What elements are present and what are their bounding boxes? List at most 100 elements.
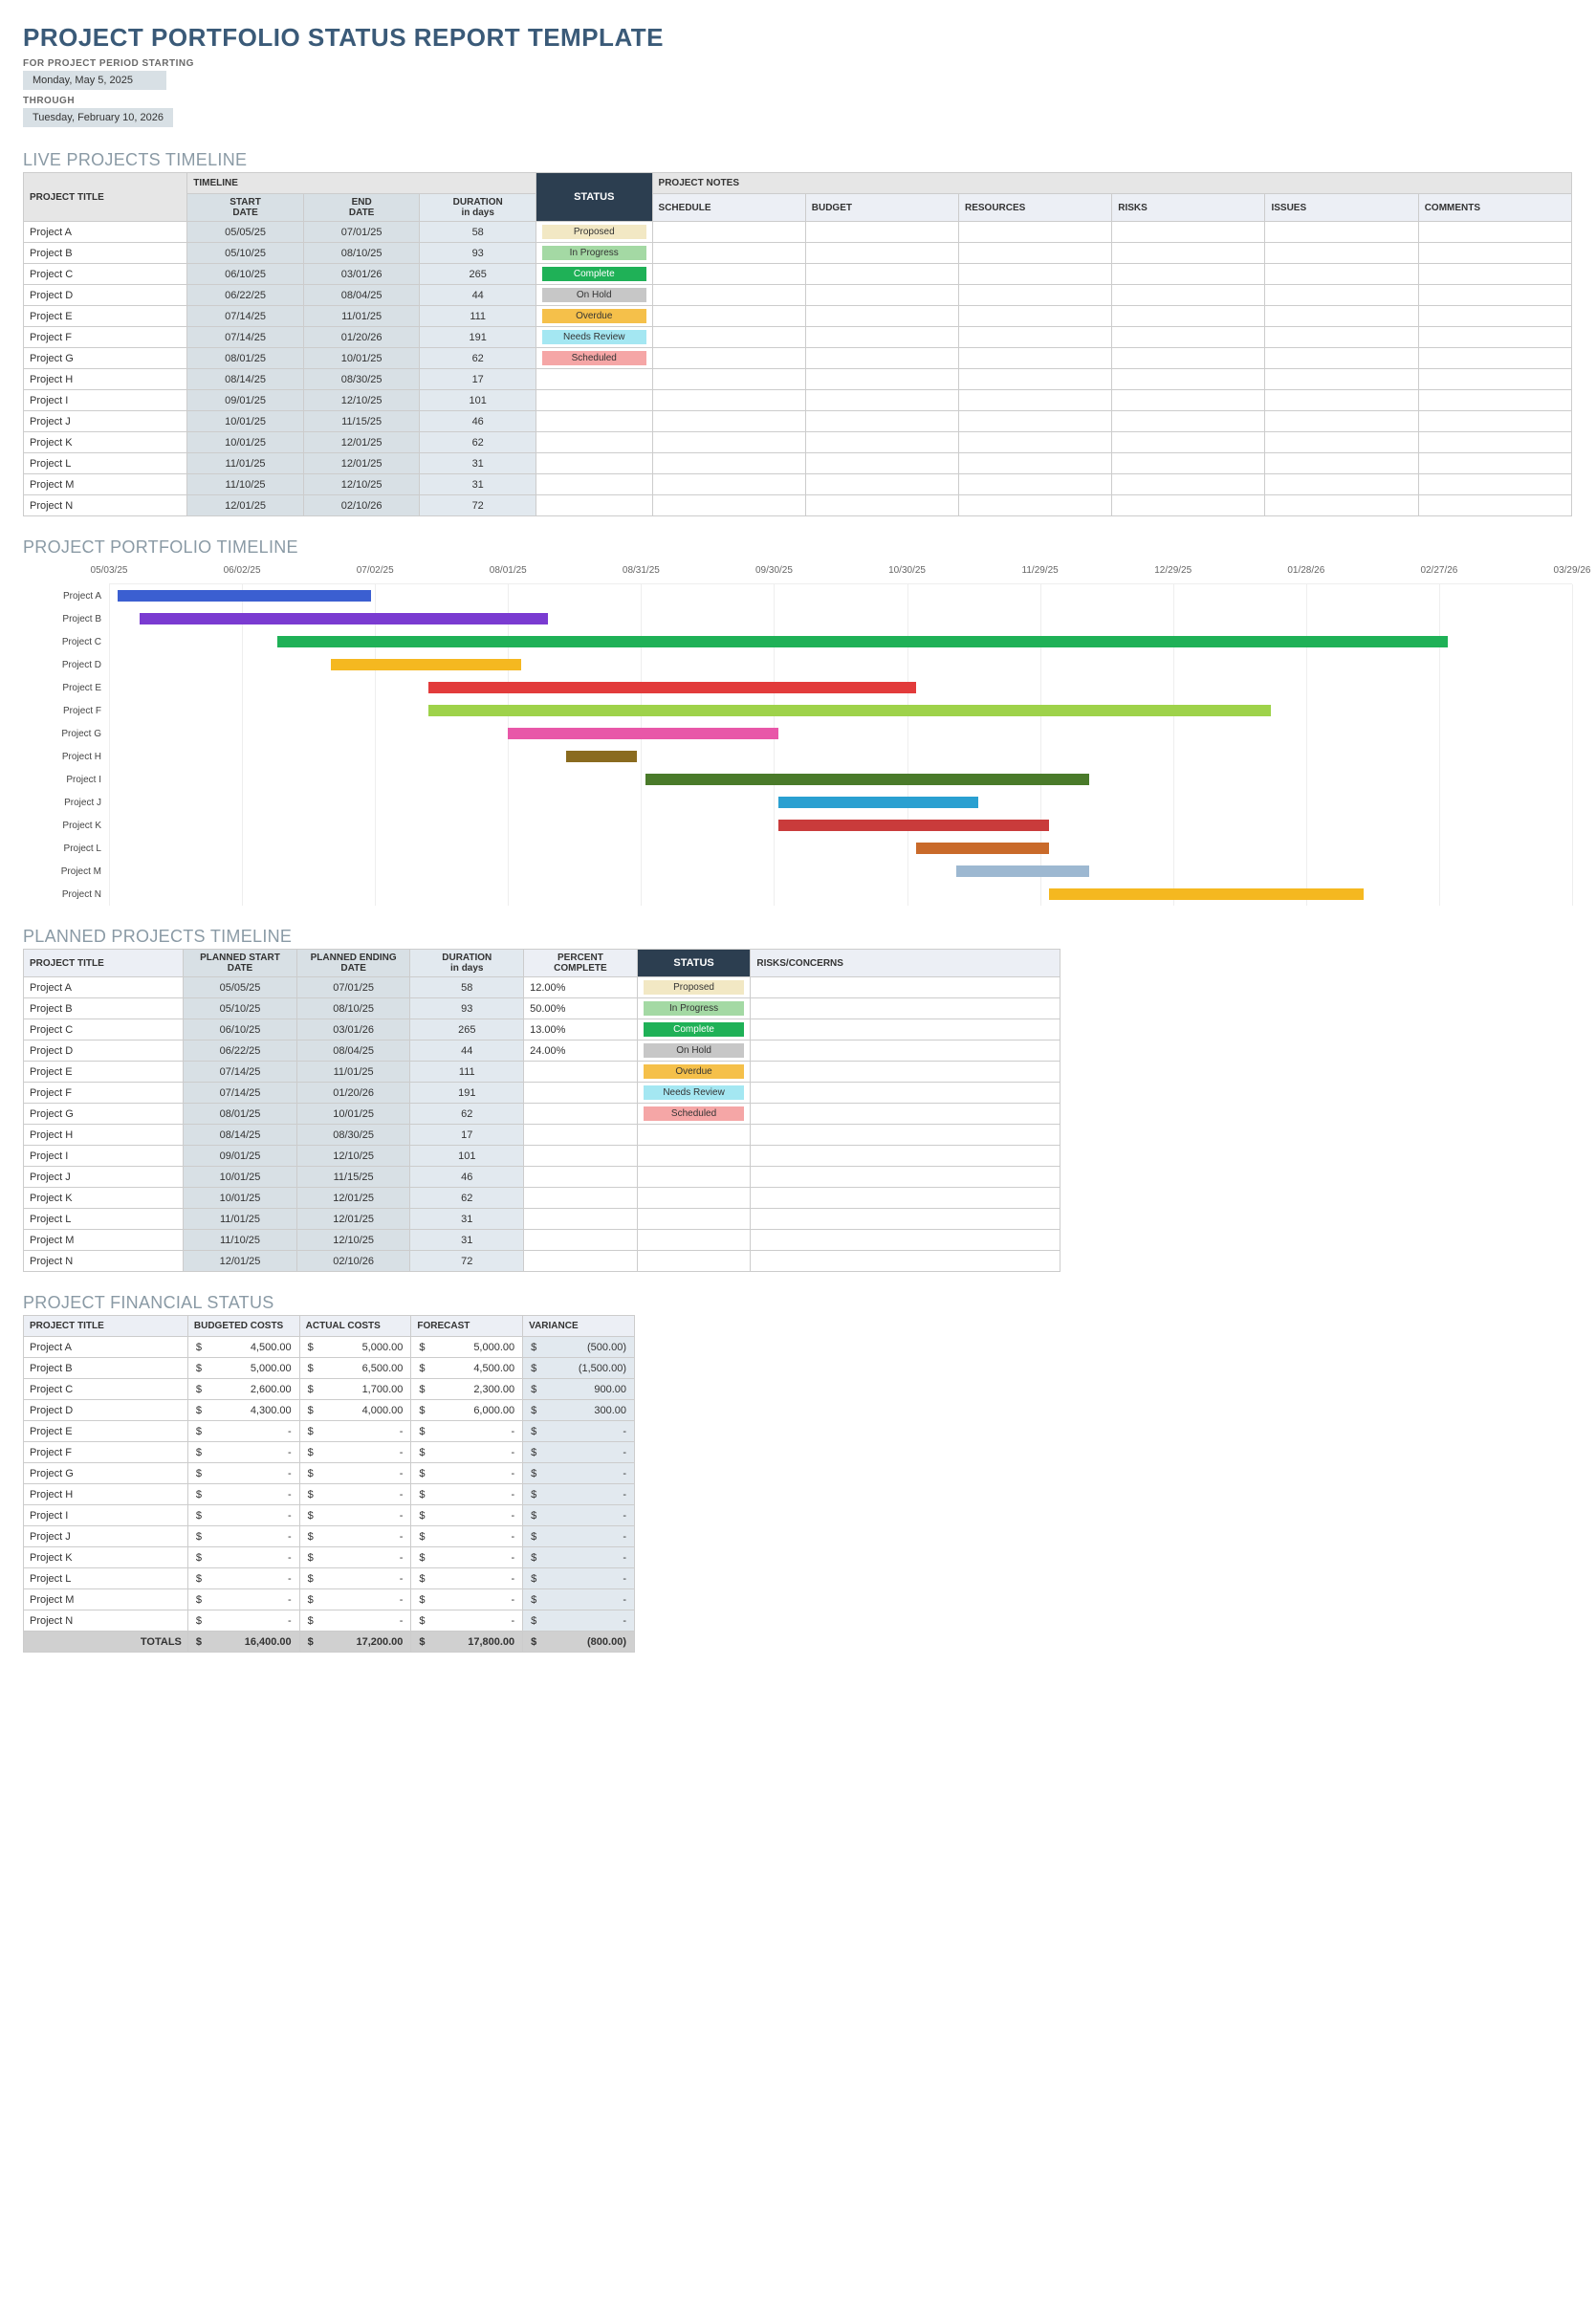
budget-cell[interactable]	[805, 348, 958, 369]
schedule-cell[interactable]	[652, 369, 805, 390]
risks-cell[interactable]	[1112, 495, 1265, 516]
budget-cell[interactable]	[805, 222, 958, 243]
budget-cell[interactable]	[805, 411, 958, 432]
comments-cell[interactable]	[1418, 348, 1571, 369]
resources-cell[interactable]	[959, 306, 1112, 327]
schedule-cell[interactable]	[652, 474, 805, 495]
risks-cell[interactable]	[1112, 432, 1265, 453]
budget-cell[interactable]	[805, 264, 958, 285]
money-cell: $-	[187, 1568, 299, 1589]
schedule-cell[interactable]	[652, 264, 805, 285]
risks-cell[interactable]	[1112, 222, 1265, 243]
budget-cell[interactable]	[805, 306, 958, 327]
schedule-cell[interactable]	[652, 327, 805, 348]
comments-cell[interactable]	[1418, 222, 1571, 243]
budget-cell[interactable]	[805, 432, 958, 453]
risks-concerns-cell[interactable]	[751, 998, 1060, 1019]
risks-concerns-cell[interactable]	[751, 1062, 1060, 1083]
resources-cell[interactable]	[959, 432, 1112, 453]
risks-cell[interactable]	[1112, 306, 1265, 327]
gantt-track	[109, 745, 1572, 768]
risks-cell[interactable]	[1112, 348, 1265, 369]
resources-cell[interactable]	[959, 285, 1112, 306]
risks-cell[interactable]	[1112, 285, 1265, 306]
issues-cell[interactable]	[1265, 222, 1418, 243]
comments-cell[interactable]	[1418, 390, 1571, 411]
comments-cell[interactable]	[1418, 264, 1571, 285]
schedule-cell[interactable]	[652, 495, 805, 516]
comments-cell[interactable]	[1418, 495, 1571, 516]
risks-concerns-cell[interactable]	[751, 1104, 1060, 1125]
risks-cell[interactable]	[1112, 411, 1265, 432]
resources-cell[interactable]	[959, 369, 1112, 390]
comments-cell[interactable]	[1418, 369, 1571, 390]
budget-cell[interactable]	[805, 285, 958, 306]
risks-cell[interactable]	[1112, 453, 1265, 474]
risks-concerns-cell[interactable]	[751, 1251, 1060, 1272]
risks-cell[interactable]	[1112, 264, 1265, 285]
risks-concerns-cell[interactable]	[751, 1083, 1060, 1104]
issues-cell[interactable]	[1265, 327, 1418, 348]
issues-cell[interactable]	[1265, 243, 1418, 264]
comments-cell[interactable]	[1418, 411, 1571, 432]
resources-cell[interactable]	[959, 411, 1112, 432]
issues-cell[interactable]	[1265, 474, 1418, 495]
risks-concerns-cell[interactable]	[751, 977, 1060, 998]
resources-cell[interactable]	[959, 243, 1112, 264]
issues-cell[interactable]	[1265, 432, 1418, 453]
budget-cell[interactable]	[805, 369, 958, 390]
resources-cell[interactable]	[959, 453, 1112, 474]
risks-cell[interactable]	[1112, 243, 1265, 264]
budget-cell[interactable]	[805, 243, 958, 264]
schedule-cell[interactable]	[652, 432, 805, 453]
schedule-cell[interactable]	[652, 453, 805, 474]
resources-cell[interactable]	[959, 222, 1112, 243]
risks-cell[interactable]	[1112, 327, 1265, 348]
risks-concerns-cell[interactable]	[751, 1019, 1060, 1041]
risks-concerns-cell[interactable]	[751, 1209, 1060, 1230]
issues-cell[interactable]	[1265, 495, 1418, 516]
issues-cell[interactable]	[1265, 390, 1418, 411]
risks-cell[interactable]	[1112, 369, 1265, 390]
schedule-cell[interactable]	[652, 243, 805, 264]
schedule-cell[interactable]	[652, 348, 805, 369]
issues-cell[interactable]	[1265, 369, 1418, 390]
comments-cell[interactable]	[1418, 432, 1571, 453]
issues-cell[interactable]	[1265, 453, 1418, 474]
risks-concerns-cell[interactable]	[751, 1188, 1060, 1209]
budget-cell[interactable]	[805, 327, 958, 348]
budget-cell[interactable]	[805, 474, 958, 495]
schedule-cell[interactable]	[652, 390, 805, 411]
resources-cell[interactable]	[959, 264, 1112, 285]
budget-cell[interactable]	[805, 495, 958, 516]
resources-cell[interactable]	[959, 495, 1112, 516]
risks-cell[interactable]	[1112, 390, 1265, 411]
comments-cell[interactable]	[1418, 453, 1571, 474]
risks-concerns-cell[interactable]	[751, 1167, 1060, 1188]
resources-cell[interactable]	[959, 348, 1112, 369]
comments-cell[interactable]	[1418, 306, 1571, 327]
issues-cell[interactable]	[1265, 264, 1418, 285]
schedule-cell[interactable]	[652, 411, 805, 432]
risks-concerns-cell[interactable]	[751, 1230, 1060, 1251]
issues-cell[interactable]	[1265, 348, 1418, 369]
comments-cell[interactable]	[1418, 327, 1571, 348]
resources-cell[interactable]	[959, 390, 1112, 411]
issues-cell[interactable]	[1265, 411, 1418, 432]
comments-cell[interactable]	[1418, 474, 1571, 495]
comments-cell[interactable]	[1418, 285, 1571, 306]
comments-cell[interactable]	[1418, 243, 1571, 264]
risks-cell[interactable]	[1112, 474, 1265, 495]
budget-cell[interactable]	[805, 390, 958, 411]
resources-cell[interactable]	[959, 474, 1112, 495]
schedule-cell[interactable]	[652, 285, 805, 306]
schedule-cell[interactable]	[652, 306, 805, 327]
risks-concerns-cell[interactable]	[751, 1041, 1060, 1062]
risks-concerns-cell[interactable]	[751, 1146, 1060, 1167]
issues-cell[interactable]	[1265, 285, 1418, 306]
resources-cell[interactable]	[959, 327, 1112, 348]
issues-cell[interactable]	[1265, 306, 1418, 327]
risks-concerns-cell[interactable]	[751, 1125, 1060, 1146]
schedule-cell[interactable]	[652, 222, 805, 243]
budget-cell[interactable]	[805, 453, 958, 474]
